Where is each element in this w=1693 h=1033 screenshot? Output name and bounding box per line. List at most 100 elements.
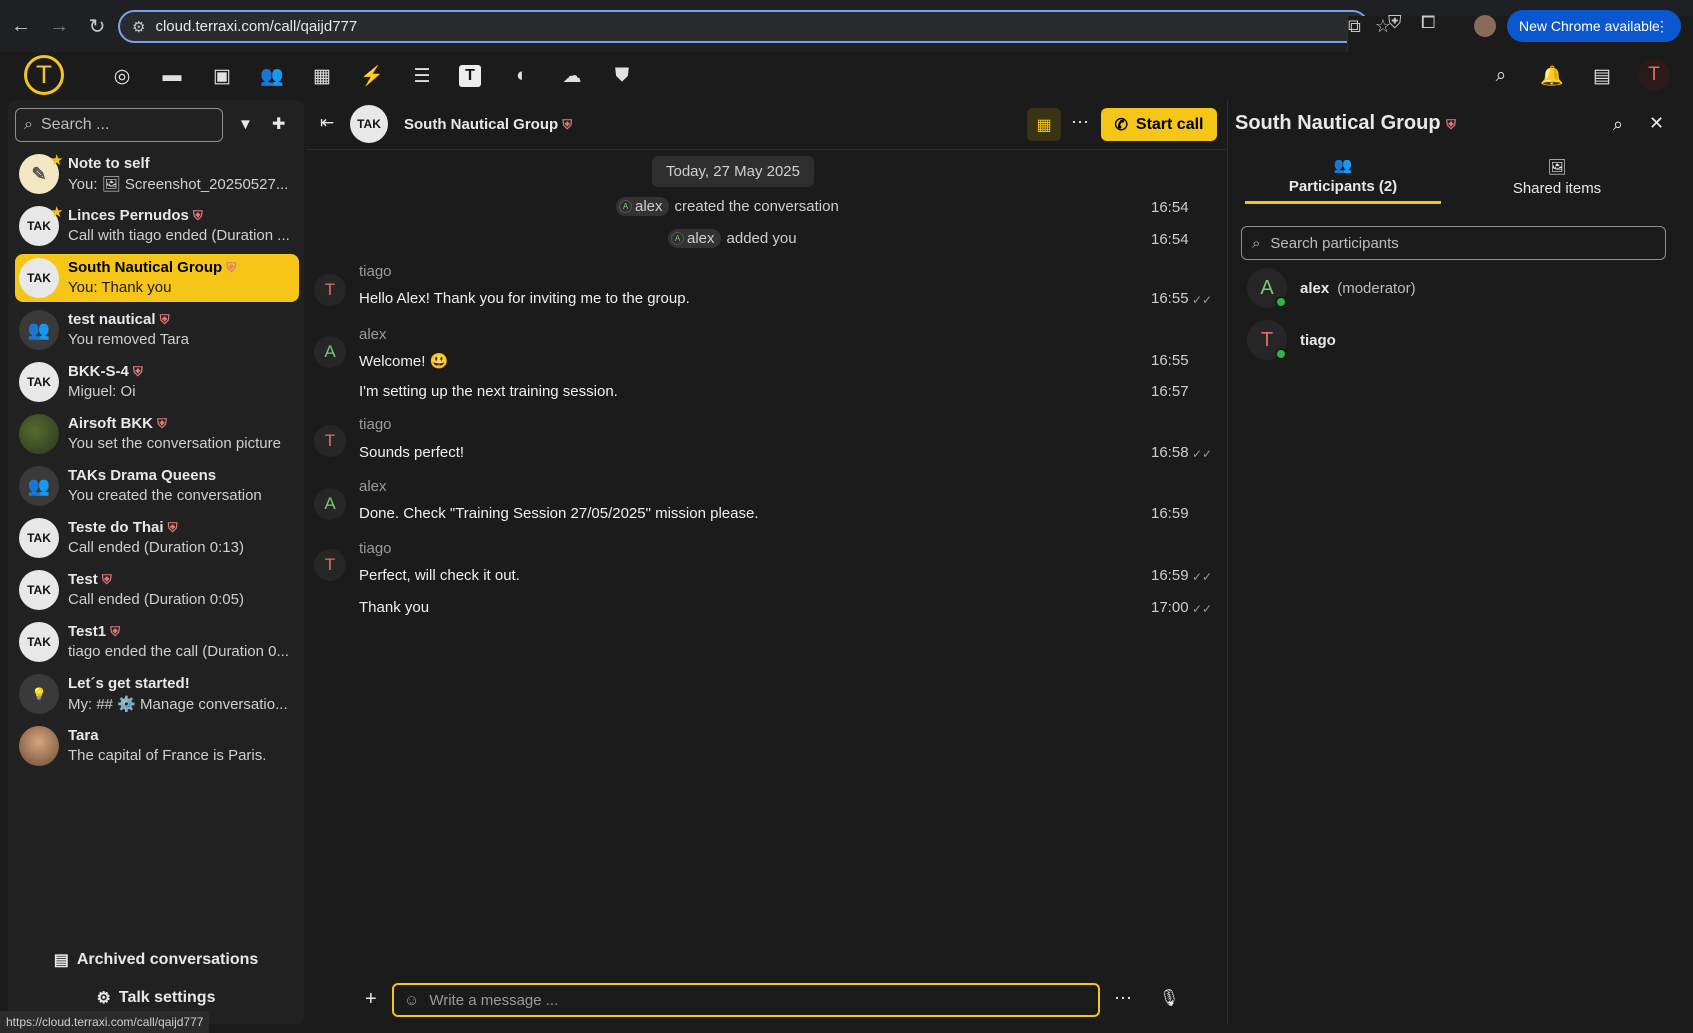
extension-icon[interactable]: ⛨	[1388, 12, 1402, 33]
mini-avatar: A	[619, 200, 632, 213]
calendar-app-icon[interactable]: ▦	[309, 63, 335, 89]
back-icon[interactable]: ←	[4, 9, 38, 43]
message-avatar[interactable]: T	[314, 425, 346, 457]
calendar-button[interactable]: ▦	[1027, 108, 1061, 141]
conversation-name: Test ⛨	[68, 571, 112, 588]
user-photo-avatar	[19, 726, 59, 766]
conversation-item-active[interactable]: TAK South Nautical Group ⛨ You: Thank yo…	[15, 254, 299, 302]
photos-app-icon[interactable]: ▣	[209, 63, 235, 89]
conversation-item[interactable]: TAK Test1 ⛨ tiago ended the call (Durati…	[15, 618, 299, 666]
forward-icon[interactable]: →	[42, 9, 76, 43]
add-attachment-icon[interactable]: +	[365, 988, 377, 1011]
conversation-item[interactable]: Airsoft BKK ⛨ You set the conversation p…	[15, 410, 299, 458]
tak-avatar: TAK	[19, 570, 59, 610]
archived-conversations-button[interactable]: ▤ Archived conversations	[8, 950, 304, 970]
files-app-icon[interactable]: ▬	[159, 63, 185, 89]
conversation-preview: My: ## ⚙️ Manage conversatio...	[68, 696, 288, 713]
close-icon[interactable]: ✕	[1649, 113, 1664, 134]
more-options-icon[interactable]: ⋯	[1114, 988, 1132, 1009]
address-bar[interactable]: ⚙ cloud.terraxi.com/call/qaijd777 ⧉ ☆	[118, 10, 1693, 940]
message-avatar[interactable]: T	[314, 549, 346, 581]
conversation-item[interactable]: TAK BKK-S-4 ⛨ Miguel: Oi	[15, 358, 299, 406]
conversation-item[interactable]: Tara The capital of France is Paris.	[15, 722, 299, 770]
message-time: 16:59	[1151, 567, 1189, 584]
conversation-search-input[interactable]: ⌕ Search ...	[15, 108, 223, 142]
user-avatar[interactable]: T	[1638, 59, 1670, 91]
tasks-app-icon[interactable]: ☰	[409, 63, 435, 89]
message-time: 16:54	[1151, 199, 1189, 216]
message-input[interactable]: ☺ Write a message ...	[392, 983, 1100, 1017]
participants-icon: 👥	[1333, 157, 1353, 174]
talk-settings-button[interactable]: ⚙ Talk settings	[8, 988, 304, 1008]
new-conversation-icon[interactable]: ✚	[272, 114, 285, 134]
online-status-dot	[1275, 296, 1287, 308]
search-icon[interactable]: ⌕	[1613, 114, 1623, 135]
activity-app-icon[interactable]: ⚡	[359, 63, 385, 89]
new-chrome-button[interactable]: New Chrome available ⋮	[1507, 10, 1681, 42]
mini-avatar: A	[671, 232, 684, 245]
message-time: 16:55	[1151, 352, 1189, 369]
contacts-menu-icon[interactable]: ▤	[1589, 63, 1615, 89]
emoji-icon[interactable]: ☺	[404, 992, 419, 1009]
phone-icon: ✆	[1114, 116, 1128, 134]
participant-search-input[interactable]: ⌕ Search participants	[1241, 226, 1666, 260]
shield-icon: ⛨	[226, 260, 237, 275]
conversation-preview: You: 🖼 Screenshot_20250527...	[68, 176, 289, 193]
conversation-name: TAKs Drama Queens	[68, 467, 217, 484]
conversation-item[interactable]: 👥 TAKs Drama Queens You created the conv…	[15, 462, 299, 510]
notifications-bell-icon[interactable]: 🔔	[1539, 63, 1565, 89]
conversation-sidebar: ⌕ Search ... ▼ ✚ ✎ ★ Note to self You: 🖼…	[8, 100, 304, 1024]
start-call-button[interactable]: ✆ Start call	[1101, 108, 1217, 141]
shield-icon: ⛨	[1446, 117, 1456, 132]
participant-row[interactable]: T tiago	[1247, 318, 1657, 362]
maps-app-icon[interactable]: ◐	[509, 63, 535, 89]
collapse-sidebar-icon[interactable]: ⇤	[320, 113, 334, 133]
conversation-item[interactable]: ✎ ★ Note to self You: 🖼 Screenshot_20250…	[15, 150, 299, 198]
message-avatar[interactable]: A	[314, 336, 346, 368]
participant-row[interactable]: A alex (moderator)	[1247, 266, 1657, 310]
site-info-icon[interactable]: ⚙	[132, 18, 145, 36]
user-mention-chip[interactable]: Aalex	[616, 197, 669, 216]
group-avatar-icon: 👥	[19, 466, 59, 506]
conversation-item[interactable]: 💡 Let´s get started! My: ## ⚙️ Manage co…	[15, 670, 299, 718]
search-icon[interactable]: ⌕	[1488, 63, 1514, 89]
conversation-name: Airsoft BKK ⛨	[68, 415, 167, 432]
conversation-preview: tiago ended the call (Duration 0...	[68, 643, 289, 660]
user-mention-chip[interactable]: Aalex	[668, 229, 721, 248]
conversation-name: Teste do Thai ⛨	[68, 519, 178, 536]
reload-icon[interactable]: ↻	[80, 9, 114, 43]
conversation-item[interactable]: 👥 test nautical ⛨ You removed Tara	[15, 306, 299, 354]
conversation-avatar[interactable]: TAK	[350, 105, 388, 143]
shield-icon: ⛨	[101, 572, 112, 587]
tab-participants-label: Participants (2)	[1288, 178, 1398, 195]
tab-shared-items[interactable]: 🖼 Shared items	[1459, 150, 1655, 204]
talk-app-icon[interactable]: ◎	[109, 63, 135, 89]
text-app-icon[interactable]: T	[459, 65, 481, 87]
conversation-preview: Call ended (Duration 0:13)	[68, 539, 244, 556]
conversation-preview: Call ended (Duration 0:05)	[68, 591, 244, 608]
filter-icon[interactable]: ▼	[238, 116, 253, 133]
talk-settings-label: Talk settings	[118, 989, 216, 1006]
conversation-item[interactable]: TAK ★ Linces Pernudos ⛨ Call with tiago …	[15, 202, 299, 250]
conversation-item[interactable]: TAK Test ⛨ Call ended (Duration 0:05)	[15, 566, 299, 614]
extensions-puzzle-icon[interactable]: ⧠	[1421, 12, 1435, 33]
tab-participants[interactable]: 👥 Participants (2)	[1245, 150, 1441, 204]
message-avatar[interactable]: T	[314, 274, 346, 306]
app-logo[interactable]: T	[24, 55, 64, 95]
conversation-item[interactable]: TAK Teste do Thai ⛨ Call ended (Duration…	[15, 514, 299, 562]
contacts-app-icon[interactable]: 👥	[259, 63, 285, 89]
message-avatar[interactable]: A	[314, 488, 346, 520]
new-chrome-label: New Chrome available	[1519, 18, 1660, 34]
tak-avatar: TAK	[19, 622, 59, 662]
more-vert-icon: ⋮	[1655, 17, 1669, 34]
start-call-label: Start call	[1135, 115, 1204, 133]
shield-app-icon[interactable]: ⛊	[609, 63, 635, 89]
more-options-icon[interactable]: ⋯	[1071, 112, 1089, 133]
photo-avatar	[19, 414, 59, 454]
profile-avatar[interactable]	[1474, 15, 1496, 37]
read-check-icon: ✓✓	[1192, 570, 1213, 584]
microphone-icon[interactable]: 🎙	[1159, 988, 1179, 1008]
favorite-star-icon: ★	[50, 152, 64, 169]
message-text: Perfect, will check it out.	[359, 567, 520, 584]
cloud-app-icon[interactable]: ☁	[559, 63, 585, 89]
